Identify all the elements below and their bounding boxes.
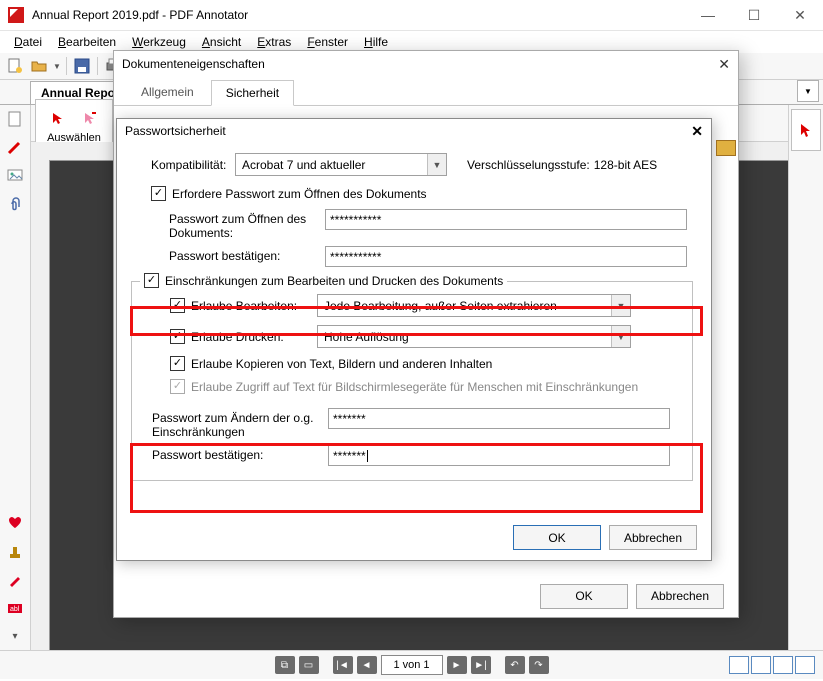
view-single-icon[interactable]	[729, 656, 749, 674]
stamp-icon	[716, 140, 736, 156]
thumb-remove-icon[interactable]: ▭	[299, 656, 319, 674]
new-file-icon[interactable]	[4, 55, 26, 77]
forward-button[interactable]: ↷	[529, 656, 549, 674]
confirm-open-password-label: Passwort bestätigen:	[169, 246, 325, 263]
collapse-icon[interactable]: ▾	[5, 626, 25, 646]
ok-button[interactable]: OK	[540, 584, 628, 609]
restrictions-legend: Einschränkungen zum Bearbeiten und Druck…	[165, 274, 503, 288]
window-title: Annual Report 2019.pdf - PDF Annotator	[32, 8, 685, 22]
menu-datei[interactable]: Datei	[8, 33, 48, 51]
chevron-down-icon: ▼	[611, 326, 630, 347]
thumb-add-icon[interactable]: ⧉	[275, 656, 295, 674]
cancel-button[interactable]: Abbrechen	[609, 525, 697, 550]
restrictions-checkbox[interactable]: ✓	[144, 273, 159, 288]
image-icon[interactable]	[5, 165, 25, 185]
edit-pen-icon[interactable]	[5, 570, 25, 590]
password-security-dialog: Passwortsicherheit ✕ Kompatibilität: Acr…	[116, 118, 712, 561]
attachment-icon[interactable]	[5, 193, 25, 213]
last-page-button[interactable]: ►|	[471, 656, 491, 674]
save-icon[interactable]	[71, 55, 93, 77]
prev-page-button[interactable]: ◄	[357, 656, 377, 674]
svg-text:abl: abl	[10, 606, 20, 613]
confirm-open-password-field[interactable]: ***********	[325, 246, 687, 267]
text-caret	[367, 450, 368, 462]
page-icon[interactable]	[5, 109, 25, 129]
compat-combo[interactable]: Acrobat 7 und aktueller ▼	[235, 153, 447, 176]
left-sidebar: abl ▾	[0, 105, 31, 650]
close-icon[interactable]: ✕	[691, 123, 703, 140]
view-grid-icon[interactable]	[795, 656, 815, 674]
encryption-label: Verschlüsselungsstufe:	[467, 158, 590, 172]
back-button[interactable]: ↶	[505, 656, 525, 674]
maximize-button[interactable]: ☐	[731, 0, 777, 30]
menu-ansicht[interactable]: Ansicht	[196, 33, 247, 51]
select-tool-icon[interactable]	[42, 102, 74, 134]
confirm-permissions-password-field[interactable]: *******	[328, 445, 670, 466]
view-continuous-icon[interactable]	[751, 656, 771, 674]
close-icon[interactable]: ✕	[718, 56, 730, 73]
view-mode-buttons	[729, 656, 815, 674]
dropdown-icon[interactable]: ▼	[52, 55, 62, 77]
menu-fenster[interactable]: Fenster	[301, 33, 354, 51]
allow-copy-checkbox[interactable]: ✓	[170, 356, 185, 371]
require-open-password-checkbox[interactable]: ✓	[151, 186, 166, 201]
allow-edit-value: Jede Bearbeitung, außer Seiten extrahier…	[324, 299, 557, 313]
permissions-password-field[interactable]: *******	[328, 408, 670, 429]
view-two-page-icon[interactable]	[773, 656, 793, 674]
cursor-tool-icon[interactable]	[791, 109, 821, 151]
allow-print-label: Erlaube Drucken:	[191, 330, 317, 344]
ok-button[interactable]: OK	[513, 525, 601, 550]
ruler-vertical	[31, 160, 50, 650]
tab-list-button[interactable]: ▼	[797, 80, 819, 102]
allow-edit-checkbox[interactable]: ✓	[170, 298, 185, 313]
page-input[interactable]	[381, 655, 443, 675]
require-open-password-label: Erfordere Passwort zum Öffnen des Dokume…	[172, 187, 427, 201]
statusbar: ⧉ ▭ |◄ ◄ ► ►| ↶ ↷	[0, 650, 823, 679]
dialog-tabs: Allgemein Sicherheit	[114, 77, 738, 106]
allow-screenreader-checkbox: ✓	[170, 379, 185, 394]
cancel-button[interactable]: Abbrechen	[636, 584, 724, 609]
allow-print-value: Hohe Auflösung	[324, 330, 409, 344]
app-icon	[8, 7, 24, 23]
titlebar: Annual Report 2019.pdf - PDF Annotator —…	[0, 0, 823, 31]
encryption-value: 128-bit AES	[594, 158, 657, 172]
next-page-button[interactable]: ►	[447, 656, 467, 674]
heart-icon[interactable]	[5, 512, 25, 532]
menu-hilfe[interactable]: Hilfe	[358, 33, 394, 51]
pen-red-icon[interactable]	[5, 137, 25, 157]
open-password-label: Passwort zum Öffnen des Dokuments:	[169, 209, 325, 240]
confirm-permissions-password-label: Passwort bestätigen:	[152, 445, 328, 462]
tab-allgemein[interactable]: Allgemein	[126, 79, 209, 105]
chevron-down-icon: ▼	[611, 295, 630, 316]
open-folder-icon[interactable]	[28, 55, 50, 77]
close-button[interactable]: ✕	[777, 0, 823, 30]
dialog-title: Dokumenteneigenschaften	[122, 57, 265, 71]
open-password-field[interactable]: ***********	[325, 209, 687, 230]
menu-extras[interactable]: Extras	[251, 33, 297, 51]
minimize-button[interactable]: —	[685, 0, 731, 30]
allow-copy-label: Erlaube Kopieren von Text, Bildern und a…	[191, 357, 492, 371]
permissions-password-label: Passwort zum Ändern der o.g. Einschränku…	[152, 408, 328, 439]
compat-value: Acrobat 7 und aktueller	[242, 158, 365, 172]
menu-werkzeug[interactable]: Werkzeug	[126, 33, 192, 51]
text-label-icon[interactable]: abl	[5, 598, 25, 618]
allow-screenreader-label: Erlaube Zugriff auf Text für Bildschirml…	[191, 380, 638, 394]
chevron-down-icon: ▼	[427, 154, 446, 175]
allow-edit-combo[interactable]: Jede Bearbeitung, außer Seiten extrahier…	[317, 294, 631, 317]
allow-edit-label: Erlaube Bearbeiten:	[191, 299, 317, 313]
allow-print-checkbox[interactable]: ✓	[170, 329, 185, 344]
menu-bearbeiten[interactable]: Bearbeiten	[52, 33, 122, 51]
dialog2-title: Passwortsicherheit	[125, 124, 226, 138]
stamp-icon[interactable]	[5, 542, 25, 562]
first-page-button[interactable]: |◄	[333, 656, 353, 674]
compat-label: Kompatibilität:	[151, 158, 235, 172]
select-text-tool-icon[interactable]	[74, 102, 106, 134]
restrictions-fieldset: ✓ Einschränkungen zum Bearbeiten und Dru…	[131, 281, 693, 481]
right-sidebar	[788, 105, 823, 650]
tab-sicherheit[interactable]: Sicherheit	[211, 80, 294, 106]
allow-print-combo[interactable]: Hohe Auflösung ▼	[317, 325, 631, 348]
